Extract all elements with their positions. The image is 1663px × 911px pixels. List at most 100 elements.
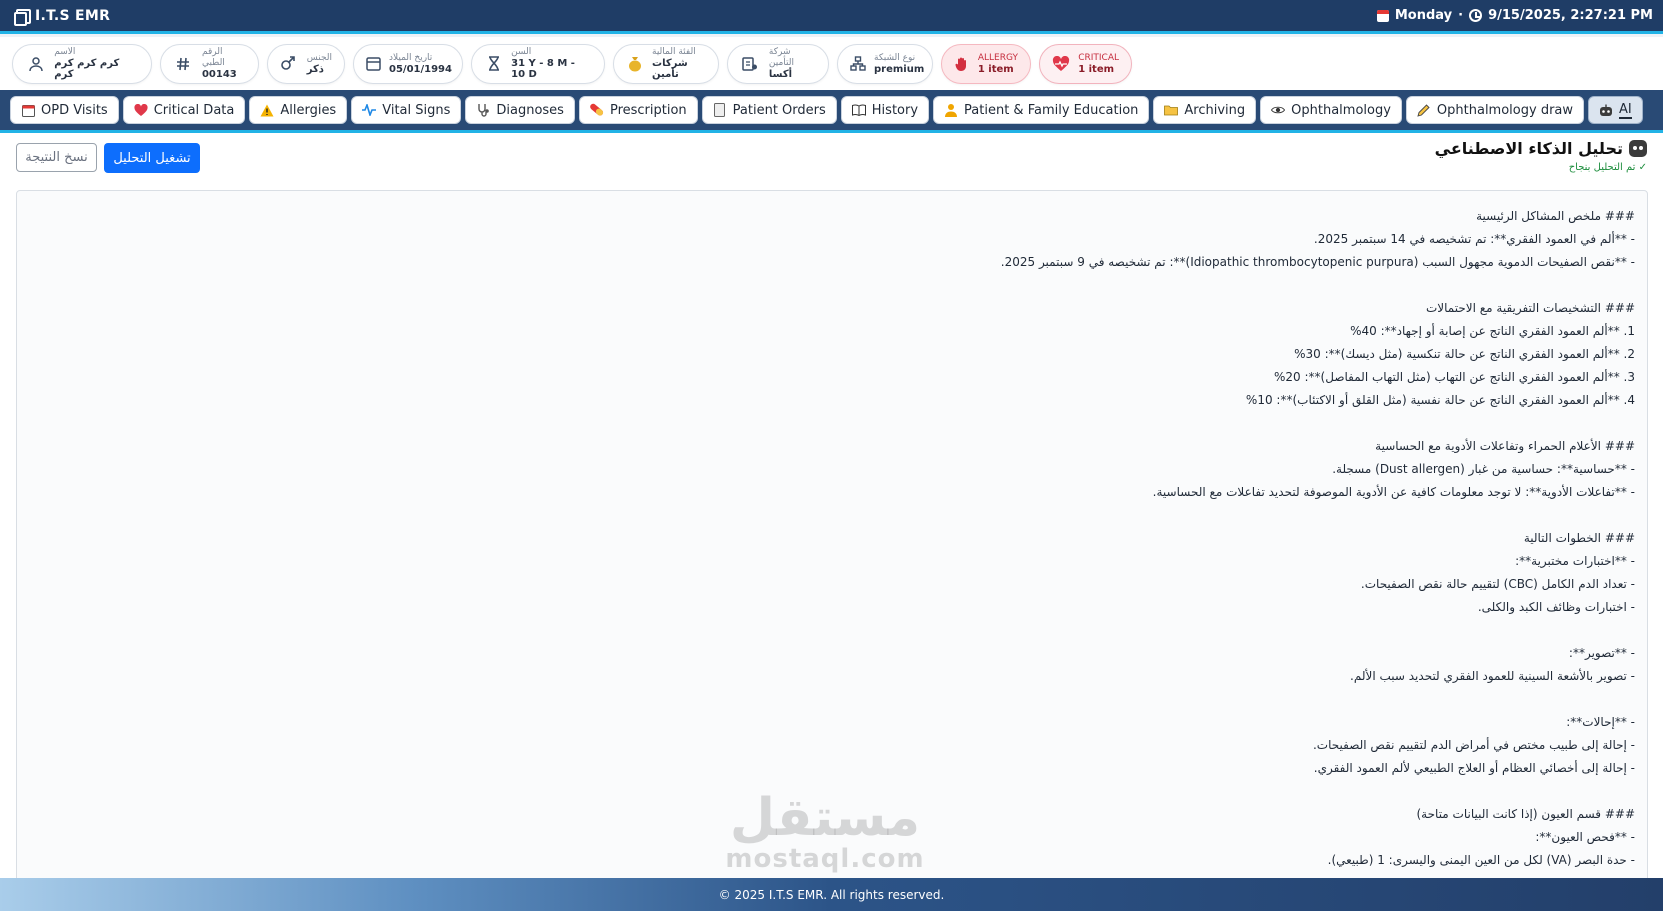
calendar-icon	[21, 103, 35, 117]
result-line: - إحالة إلى أخصائي العظام أو العلاج الطب…	[1313, 761, 1635, 775]
critical-badge[interactable]: CRITICAL 1 item	[1039, 43, 1132, 84]
pulse-icon	[362, 103, 377, 117]
pencil-icon	[1417, 103, 1431, 117]
chip-label: الرقم الطبي	[201, 47, 225, 68]
folder-icon	[1164, 103, 1179, 117]
tab-label: AI	[1619, 101, 1632, 119]
ai-panel: نسخ النتيجة تشغيل التحليل تحليل الذكاء ا…	[0, 133, 1663, 890]
chip-value: 1 item	[1078, 63, 1115, 75]
financial-category-chip: الفئة المالية شركات تأمين	[613, 43, 719, 84]
chip-value: أكسا	[768, 69, 793, 80]
tab-ai[interactable]: AI	[1588, 96, 1643, 124]
tab-label: OPD Visits	[41, 102, 108, 118]
brand[interactable]: I.T.S EMR	[14, 8, 110, 26]
result-line: - إحالة إلى طبيب مختص في أمراض الدم لتقي…	[1312, 738, 1635, 752]
chip-label: ALLERGY	[977, 52, 1018, 63]
result-line: ### قسم العيون (إذا كانت البيانات متاحة)	[1416, 807, 1636, 821]
insurance-icon	[740, 53, 761, 75]
tab-label: Archiving	[1184, 102, 1246, 118]
tab-critical-data[interactable]: Critical Data	[122, 96, 246, 124]
patient-name-chip: الاسم كرم كرم كرم كرم	[12, 43, 152, 84]
medical-number-chip: الرقم الطبي 00143	[160, 43, 259, 84]
result-text: ### ملخص المشاكل الرئيسية - **ألم في العم…	[17, 191, 1647, 872]
result-line: - **حساسية**: حساسية من غبار (Dust aller…	[1332, 462, 1635, 476]
hash-icon	[173, 53, 194, 75]
result-line: - **تفاعلات الأدوية**: لا توجد معلومات ك…	[1152, 485, 1635, 499]
result-line: - تصوير بالأشعة السينية للعمود الفقري لت…	[1350, 669, 1635, 683]
tab-label: Ophthalmology draw	[1436, 102, 1574, 118]
tab-prescription[interactable]: Prescription	[578, 96, 698, 124]
page-title: تحليل الذكاء الاصطناعي	[1434, 139, 1623, 158]
tab-ophthalmology[interactable]: Ophthalmology	[1260, 96, 1402, 124]
result-line	[37, 619, 1635, 642]
result-line: 1. **ألم العمود الفقري الناتج عن إصابة أ…	[1350, 324, 1635, 338]
analysis-result[interactable]: ### ملخص المشاكل الرئيسية - **ألم في العم…	[16, 190, 1648, 890]
chip-label: تاريخ الميلاد	[389, 52, 433, 63]
tab-bar: OPD Visits Critical Data Allergies Vital…	[0, 90, 1663, 133]
tab-opd-visits[interactable]: OPD Visits	[10, 96, 119, 124]
result-line: 3. **ألم العمود الفقري الناتج عن التهاب …	[1274, 370, 1635, 384]
tab-patient-orders[interactable]: Patient Orders	[701, 96, 837, 124]
tab-label: Allergies	[280, 102, 337, 118]
tab-allergies[interactable]: Allergies	[249, 96, 348, 124]
chip-label: الاسم	[54, 47, 76, 57]
tab-history[interactable]: History	[840, 96, 930, 124]
heart-icon	[134, 103, 148, 117]
robot-icon	[1629, 140, 1647, 157]
age-chip: السن 31 Y - 8 M - 10 D	[471, 43, 605, 84]
copyright-text: © 2025 I.T.S EMR. All rights reserved.	[718, 887, 945, 902]
network-icon	[850, 53, 866, 75]
chip-value: 31 Y - 8 M - 10 D	[511, 58, 575, 80]
hourglass-icon	[484, 53, 503, 75]
birth-date-chip: تاريخ الميلاد 05/01/1994	[353, 43, 463, 84]
heart-pulse-icon	[1052, 53, 1070, 75]
robot-icon	[1599, 103, 1613, 117]
chip-label: نوع الشبكة	[874, 52, 916, 63]
result-line	[37, 688, 1635, 711]
result-line	[37, 412, 1635, 435]
top-bar: I.T.S EMR Monday · 9/15/2025, 2:27:21 PM	[0, 0, 1663, 34]
result-line: - **تصوير**:	[1568, 646, 1635, 660]
result-line: ### الخطوات التالية	[1523, 531, 1635, 545]
chip-value: premium	[874, 63, 925, 75]
brand-logo-icon	[14, 8, 31, 26]
chip-label: CRITICAL	[1078, 52, 1119, 63]
warning-icon	[260, 103, 274, 117]
ai-title-row: تحليل الذكاء الاصطناعي	[1435, 139, 1647, 158]
tab-ophthalmology-draw[interactable]: Ophthalmology draw	[1405, 96, 1585, 124]
tab-label: Ophthalmology	[1291, 102, 1391, 118]
patient-info-bar: الاسم كرم كرم كرم كرم الرقم الطبي 00143 ال…	[0, 37, 1663, 90]
person-icon	[25, 53, 46, 75]
result-line: ### الأعلام الحمراء وتفاعلات الأدوية مع …	[1375, 439, 1635, 453]
run-analysis-button[interactable]: تشغيل التحليل	[104, 143, 200, 173]
tab-archiving[interactable]: Archiving	[1153, 96, 1257, 124]
calendar-icon	[1376, 9, 1389, 22]
chip-value: كرم كرم كرم كرم	[54, 58, 120, 80]
tab-label: Critical Data	[153, 102, 235, 118]
gender-chip: الجنس ذكر	[267, 43, 345, 84]
tab-diagnoses[interactable]: Diagnoses	[465, 96, 575, 124]
document-icon	[713, 103, 727, 117]
family-icon	[944, 103, 958, 117]
result-line: - **إحالات**:	[1566, 715, 1635, 729]
datetime-label: 9/15/2025, 2:27:21 PM	[1488, 8, 1653, 23]
result-line	[37, 274, 1635, 297]
allergy-badge[interactable]: ALLERGY 1 item	[941, 43, 1031, 84]
result-line	[37, 780, 1635, 803]
money-bag-icon	[626, 53, 644, 75]
chip-value: 1 item	[977, 63, 1014, 75]
result-line: ### التشخيصات التفريقية مع الاحتمالات	[1426, 301, 1635, 315]
analysis-status: ✓ تم التحليل بنجاح	[1568, 162, 1647, 173]
tab-label: Diagnoses	[496, 102, 564, 118]
result-line: - **اختبارات مختبرية**:	[1515, 554, 1635, 568]
copy-result-button[interactable]: نسخ النتيجة	[16, 143, 97, 172]
datetime-display: Monday · 9/15/2025, 2:27:21 PM	[1376, 8, 1653, 23]
chip-value: 00143	[201, 69, 237, 80]
result-line: 2. **ألم العمود الفقري الناتج عن حالة تن…	[1294, 347, 1635, 361]
chip-value: ذكر	[306, 63, 324, 75]
chip-value: شركات تأمين	[652, 58, 688, 80]
tab-vital-signs[interactable]: Vital Signs	[351, 96, 462, 124]
eye-icon	[1271, 103, 1286, 117]
tab-patient-family-education[interactable]: Patient & Family Education	[933, 96, 1150, 124]
separator: ·	[1458, 8, 1464, 23]
